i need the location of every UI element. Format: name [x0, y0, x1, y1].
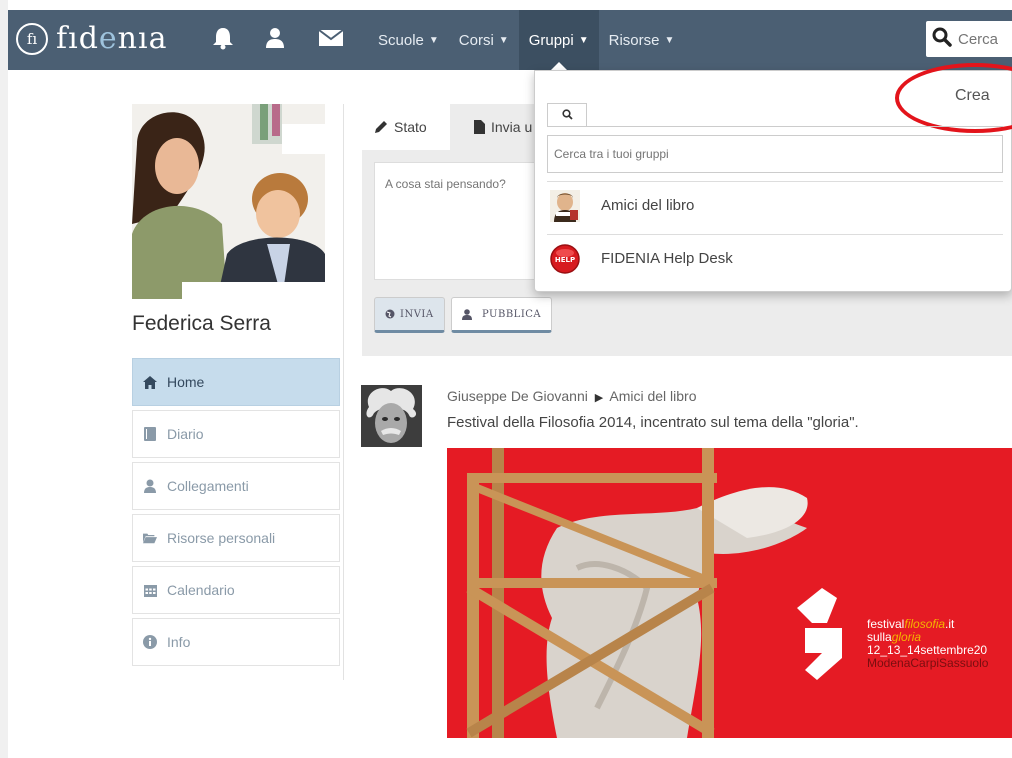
pubblica-button[interactable]: PUBBLICA	[451, 297, 553, 333]
search-icon	[561, 107, 573, 125]
top-navbar: fı fıdenıa Scuole ▼ Corsi ▼ Gruppi ▼ Risors…	[8, 10, 1012, 71]
main-menu: Scuole ▼ Corsi ▼ Gruppi ▼ Risorse ▼	[368, 10, 685, 71]
svg-text:HELP: HELP	[555, 256, 575, 264]
sidebar-item-label: Risorse personali	[167, 530, 276, 546]
profile-photo	[132, 104, 325, 299]
envelope-icon[interactable]	[318, 29, 344, 52]
sidebar-item-label: Calendario	[167, 582, 235, 598]
global-search[interactable]	[926, 21, 1012, 57]
sidebar-item-label: Info	[167, 634, 191, 650]
chevron-down-icon: ▼	[664, 34, 675, 46]
group-search-input[interactable]	[547, 135, 1003, 173]
book-icon	[143, 427, 157, 441]
chevron-down-icon: ▼	[428, 34, 439, 46]
sidebar-item-calendario[interactable]: Calendario	[132, 566, 340, 614]
divider	[547, 126, 1003, 127]
highlight-ellipse	[895, 63, 1012, 133]
user-icon	[143, 479, 157, 493]
invia-button[interactable]: INVIA	[374, 297, 445, 333]
group-item-amici-del-libro[interactable]: Amici del libro	[547, 181, 1003, 229]
logo-wordmark: fıdenıa	[56, 21, 168, 56]
post-image[interactable]: festivalfilosofia.it sullagloria 12_13_1…	[447, 448, 1012, 738]
post-text: Festival della Filosofia 2014, incentrat…	[447, 414, 859, 431]
home-icon	[143, 375, 157, 389]
menu-risorse[interactable]: Risorse ▼	[599, 10, 685, 70]
sidebar-item-label: Home	[167, 374, 205, 390]
post-group-link[interactable]: Amici del libro	[609, 388, 696, 404]
window-edge	[0, 0, 8, 758]
sidebar-menu: Home Diario Collegamenti Risorse persona…	[132, 358, 340, 670]
help-button-icon: HELP	[549, 243, 581, 275]
file-icon	[474, 120, 485, 134]
globe-icon	[385, 309, 395, 319]
tab-stato[interactable]: Stato	[362, 104, 450, 150]
sidebar-item-label: Diario	[167, 426, 204, 442]
chevron-down-icon: ▼	[498, 34, 509, 46]
user-icon[interactable]	[264, 26, 286, 55]
tab-invia[interactable]: Invia u	[462, 104, 544, 150]
sidebar-item-home[interactable]: Home	[132, 358, 340, 406]
profile-name: Federica Serra	[132, 312, 271, 335]
shakespeare-avatar-icon	[549, 189, 581, 222]
search-icon[interactable]	[932, 27, 952, 52]
sidebar-item-risorse-personali[interactable]: Risorse personali	[132, 514, 340, 562]
sidebar-item-label: Collegamenti	[167, 478, 249, 494]
author-avatar[interactable]	[361, 385, 422, 447]
create-group-link[interactable]: Crea	[955, 87, 990, 105]
festival-caption: festivalfilosofia.it sullagloria 12_13_1…	[867, 617, 989, 670]
post-author-link[interactable]: Giuseppe De Giovanni	[447, 388, 588, 404]
info-icon	[143, 635, 157, 649]
arrow-right-icon: ▶	[594, 392, 604, 404]
fidenia-logo[interactable]: fı fıdenıa	[16, 22, 167, 56]
chevron-down-icon: ▼	[578, 34, 589, 46]
groups-dropdown: Crea Amici del libro HELP FIDENIA Help D…	[534, 63, 1012, 292]
search-input[interactable]	[956, 29, 1012, 49]
bell-icon[interactable]	[212, 26, 234, 55]
post-header: Giuseppe De Giovanni ▶ Amici del libro	[447, 388, 697, 404]
sidebar-item-diario[interactable]: Diario	[132, 410, 340, 458]
column-divider	[343, 104, 344, 680]
menu-corsi[interactable]: Corsi ▼	[449, 10, 519, 70]
pencil-icon	[374, 120, 388, 134]
calendar-icon	[143, 584, 157, 597]
logo-mark: fı	[16, 23, 48, 55]
folder-open-icon	[143, 532, 157, 544]
sidebar-item-collegamenti[interactable]: Collegamenti	[132, 462, 340, 510]
sidebar-item-info[interactable]: Info	[132, 618, 340, 666]
menu-scuole[interactable]: Scuole ▼	[368, 10, 449, 70]
group-item-fidenia-help-desk[interactable]: HELP FIDENIA Help Desk	[547, 234, 1003, 282]
search-tab[interactable]	[547, 103, 587, 127]
user-icon	[462, 308, 472, 320]
menu-gruppi[interactable]: Gruppi ▼	[518, 10, 599, 71]
